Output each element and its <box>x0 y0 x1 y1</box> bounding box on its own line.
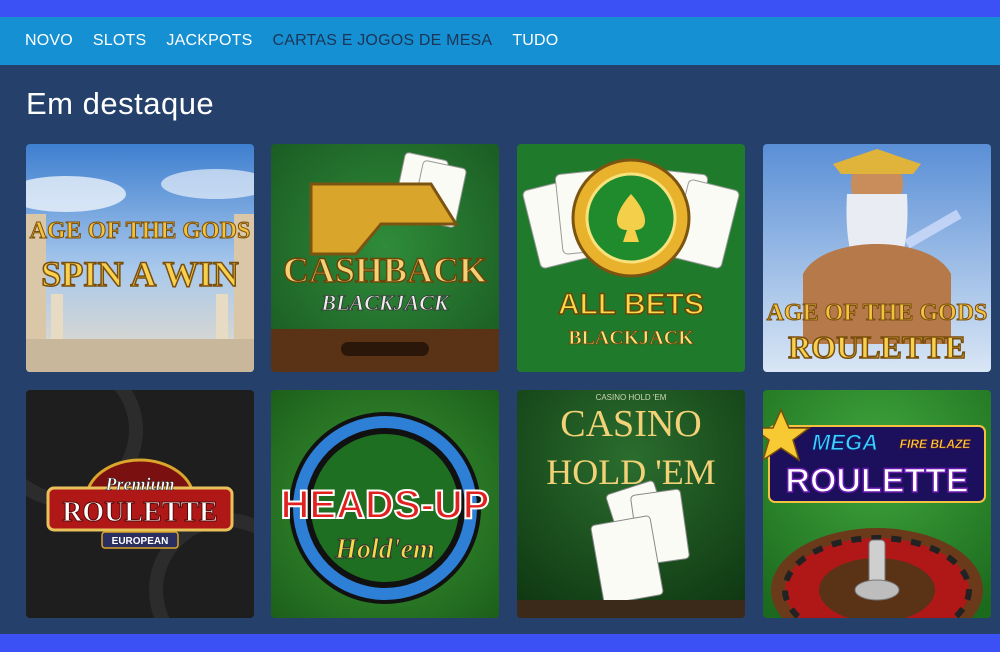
game-title-line2: HOLD 'EM <box>546 452 715 492</box>
game-thumbnail: ALL BETS BLACKJACK <box>517 144 745 372</box>
game-title-line2: ROULETTE <box>62 497 218 528</box>
game-title-line2: FIRE BLAZE <box>900 437 972 451</box>
nav-item-novo[interactable]: NOVO <box>25 32 73 50</box>
game-title-line2: Hold'em <box>334 534 435 565</box>
game-tile-age-of-the-gods-roulette[interactable]: AGE OF THE GODS ROULETTE <box>763 144 991 372</box>
game-title-line1: HEADS-UP <box>281 483 490 527</box>
game-thumbnail: CASINO HOLD 'EM CASINO HOLD 'EM <box>517 390 745 618</box>
bottom-accent-strip <box>0 634 1000 652</box>
category-nav: NOVO SLOTS JACKPOTS CARTAS E JOGOS DE ME… <box>0 17 1000 65</box>
nav-item-jackpots[interactable]: JACKPOTS <box>166 32 252 50</box>
game-thumbnail: HEADS-UP Hold'em <box>271 390 499 618</box>
game-title-line1: ALL BETS <box>558 288 704 321</box>
nav-item-slots[interactable]: SLOTS <box>93 32 146 50</box>
game-thumbnail: AGE OF THE GODS ROULETTE <box>763 144 991 372</box>
game-tile-premium-roulette[interactable]: Premium ROULETTE EUROPEAN <box>26 390 254 618</box>
game-title-line1: AGE OF THE GODS <box>30 218 251 244</box>
nav-item-tudo[interactable]: TUDO <box>512 32 558 50</box>
game-title-line1: MEGA <box>812 430 878 455</box>
game-title-line1: AGE OF THE GODS <box>767 300 988 326</box>
nav-item-cartas-e-jogos-de-mesa[interactable]: CARTAS E JOGOS DE MESA <box>272 32 492 50</box>
game-thumbnail: AGE OF THE GODS SPIN A WIN <box>26 144 254 372</box>
game-title-line2: ROULETTE <box>788 329 966 365</box>
game-thumbnail: MEGA FIRE BLAZE ROULETTE <box>763 390 991 618</box>
game-title-line2: BLACKJACK <box>320 290 449 315</box>
game-title-line3: ROULETTE <box>785 462 968 500</box>
game-tile-all-bets-blackjack[interactable]: ALL BETS BLACKJACK <box>517 144 745 372</box>
game-title-line3: EUROPEAN <box>112 536 169 547</box>
game-title-line1: CASINO <box>560 403 701 445</box>
top-accent-strip <box>0 0 1000 17</box>
game-tile-age-of-the-gods-spin-a-win[interactable]: AGE OF THE GODS SPIN A WIN <box>26 144 254 372</box>
game-thumbnail: Premium ROULETTE EUROPEAN <box>26 390 254 618</box>
game-tile-cashback-blackjack[interactable]: CASHBACK BLACKJACK <box>271 144 499 372</box>
game-title-line1: Premium <box>104 474 174 494</box>
game-tile-heads-up-holdem[interactable]: HEADS-UP Hold'em <box>271 390 499 618</box>
game-title-line1: CASHBACK <box>283 250 487 290</box>
game-title-line2: BLACKJACK <box>568 327 694 349</box>
game-tile-mega-fire-blaze-roulette[interactable]: MEGA FIRE BLAZE ROULETTE <box>763 390 991 618</box>
game-title-line2: SPIN A WIN <box>41 254 238 294</box>
game-tile-casino-holdem[interactable]: CASINO HOLD 'EM CASINO HOLD 'EM <box>517 390 745 618</box>
section-title: Em destaque <box>26 86 215 121</box>
game-table-label: CASINO HOLD 'EM <box>596 393 667 402</box>
game-thumbnail: CASHBACK BLACKJACK <box>271 144 499 372</box>
